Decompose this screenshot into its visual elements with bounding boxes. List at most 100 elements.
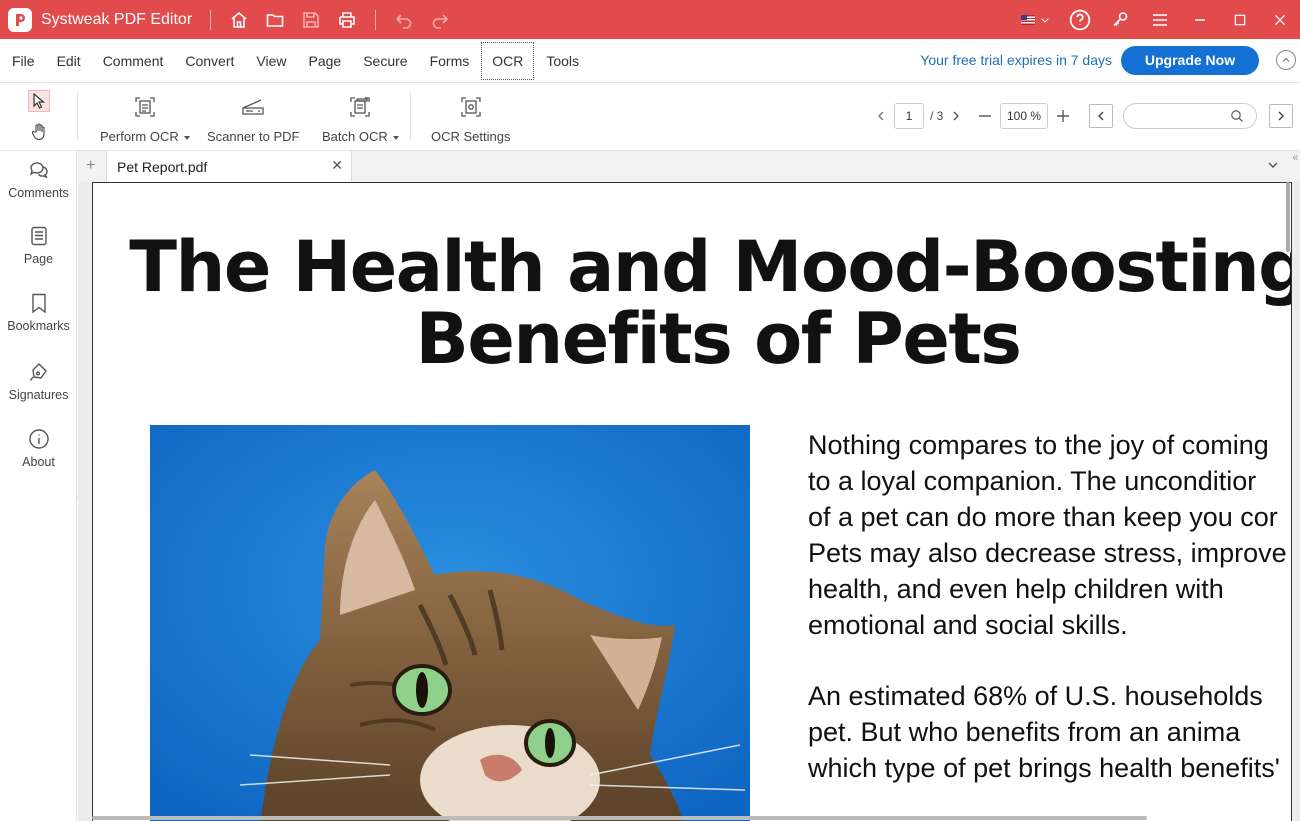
- sidebar-item-signatures[interactable]: Signatures: [0, 361, 77, 402]
- minimize-icon[interactable]: [1180, 0, 1220, 39]
- document-tab-strip: + Pet Report.pdf ✕ «: [78, 151, 1300, 182]
- comments-icon: [29, 162, 48, 179]
- scanner-to-pdf-label: Scanner to PDF: [207, 129, 300, 144]
- bookmark-icon: [31, 293, 46, 314]
- document-body-text: Nothing compares to the joy of coming to…: [808, 427, 1291, 821]
- text-line: Nothing compares to the joy of coming: [808, 430, 1269, 460]
- menu-convert[interactable]: Convert: [175, 41, 244, 81]
- hand-tool-icon[interactable]: [28, 121, 50, 143]
- sidebar-item-page[interactable]: Page: [0, 225, 77, 266]
- text-line: Pets may also decrease stress, improve: [808, 538, 1287, 568]
- page-total: / 3: [930, 109, 944, 123]
- chevron-down-icon: [183, 135, 190, 140]
- print-icon[interactable]: [329, 0, 365, 39]
- perform-ocr-button[interactable]: Perform OCR: [100, 95, 190, 144]
- pdf-page: The Health and Mood-Boosting Benefits of…: [92, 182, 1292, 821]
- redo-icon[interactable]: [422, 0, 458, 39]
- cat-photo: [150, 425, 750, 821]
- close-tab-icon[interactable]: ✕: [331, 157, 343, 174]
- text-line: of a pet can do more than keep you cor: [808, 502, 1278, 532]
- search-previous-icon[interactable]: [1089, 104, 1113, 128]
- folder-open-icon[interactable]: [257, 0, 293, 39]
- trial-notice[interactable]: Your free trial expires in 7 days: [920, 52, 1112, 68]
- sidebar-label-comments: Comments: [8, 186, 69, 200]
- new-tab-icon[interactable]: +: [86, 157, 95, 175]
- ribbon-divider: [410, 93, 411, 141]
- app-title: Systweak PDF Editor: [41, 10, 193, 28]
- window-controls: [1012, 0, 1300, 39]
- maximize-icon[interactable]: [1220, 0, 1260, 39]
- menu-ocr[interactable]: OCR: [481, 41, 535, 80]
- sidebar-item-comments[interactable]: Comments: [0, 159, 77, 200]
- batch-ocr-label: Batch OCR: [322, 129, 388, 144]
- info-icon: [28, 429, 49, 449]
- ocr-settings-button[interactable]: OCR Settings: [431, 95, 510, 144]
- scanner-to-pdf-button[interactable]: Scanner to PDF: [207, 95, 300, 144]
- menu-page[interactable]: Page: [299, 41, 352, 81]
- menu-file[interactable]: File: [2, 41, 45, 81]
- collapse-ribbon-icon[interactable]: [1276, 50, 1296, 70]
- menu-edit[interactable]: Edit: [47, 41, 91, 81]
- key-icon[interactable]: [1100, 0, 1140, 39]
- upgrade-now-button[interactable]: Upgrade Now: [1121, 46, 1259, 75]
- language-flag-icon[interactable]: [1012, 0, 1060, 39]
- tab-title: Pet Report.pdf: [117, 159, 208, 175]
- next-page-icon[interactable]: [949, 109, 963, 123]
- ocr-settings-icon: [461, 97, 481, 117]
- text-line: pet. But who benefits from an anima: [808, 717, 1241, 747]
- menu-secure[interactable]: Secure: [353, 41, 417, 81]
- ocr-ribbon: Perform OCR Scanner to PDF Batch OCR OCR…: [0, 83, 1300, 151]
- tab-list-chevron-icon[interactable]: [1266, 158, 1280, 172]
- select-tool-icon[interactable]: [28, 90, 50, 112]
- paragraph-1: Nothing compares to the joy of coming to…: [808, 427, 1291, 643]
- sidebar-item-bookmarks[interactable]: Bookmarks: [0, 292, 77, 333]
- perform-ocr-icon: [135, 97, 155, 117]
- titlebar-divider: [375, 9, 377, 30]
- document-heading: The Health and Mood-Boosting Benefits of…: [93, 226, 1292, 375]
- ribbon-divider: [77, 93, 78, 141]
- sidebar-label-bookmarks: Bookmarks: [7, 319, 70, 333]
- horizontal-scrollbar[interactable]: [92, 816, 1147, 820]
- menu-comment[interactable]: Comment: [93, 41, 174, 81]
- menu-tools[interactable]: Tools: [536, 41, 589, 81]
- sidebar-label-signatures: Signatures: [8, 388, 69, 402]
- signature-icon: [29, 363, 47, 381]
- zoom-level-input[interactable]: 100 %: [1000, 103, 1048, 129]
- zoom-out-icon[interactable]: [976, 109, 994, 123]
- search-next-icon[interactable]: [1269, 104, 1293, 128]
- title-bar: Systweak PDF Editor: [0, 0, 1300, 39]
- home-icon[interactable]: [221, 0, 257, 39]
- heading-line-1: The Health and Mood-Boosting: [129, 226, 1292, 308]
- ocr-settings-label: OCR Settings: [431, 129, 511, 144]
- vertical-scrollbar[interactable]: [1286, 182, 1290, 252]
- left-sidebar: Comments Page Bookmarks Signatures About: [0, 151, 77, 821]
- app-logo-icon: [8, 7, 32, 32]
- zoom-control: 100 %: [976, 103, 1072, 129]
- collapse-panel-icon[interactable]: «: [1292, 152, 1298, 163]
- document-viewport[interactable]: The Health and Mood-Boosting Benefits of…: [78, 182, 1300, 821]
- batch-ocr-button[interactable]: Batch OCR: [322, 95, 399, 144]
- chevron-down-icon: [392, 135, 399, 140]
- menu-forms[interactable]: Forms: [420, 41, 480, 81]
- menu-view[interactable]: View: [246, 41, 296, 81]
- hamburger-menu-icon[interactable]: [1140, 0, 1180, 39]
- tab-pet-report[interactable]: Pet Report.pdf ✕: [106, 151, 352, 182]
- close-icon[interactable]: [1260, 0, 1300, 39]
- text-line: emotional and social skills.: [808, 610, 1128, 640]
- text-line: to a loyal companion. The unconditior: [808, 466, 1257, 496]
- search-icon: [1231, 110, 1243, 122]
- page-icon: [30, 226, 47, 246]
- page-number-input[interactable]: 1: [894, 103, 924, 129]
- zoom-in-icon[interactable]: [1054, 108, 1072, 124]
- sidebar-item-about[interactable]: About: [0, 428, 77, 469]
- sidebar-label-page: Page: [23, 252, 54, 266]
- undo-icon[interactable]: [386, 0, 422, 39]
- save-icon[interactable]: [293, 0, 329, 39]
- sidebar-label-about: About: [22, 455, 55, 469]
- previous-page-icon[interactable]: [874, 109, 888, 123]
- page-navigator: 1 / 3: [874, 103, 963, 129]
- help-icon[interactable]: [1060, 0, 1100, 39]
- text-line: which type of pet brings health benefits…: [808, 753, 1280, 783]
- perform-ocr-label: Perform OCR: [100, 129, 179, 144]
- search-input[interactable]: [1123, 103, 1257, 129]
